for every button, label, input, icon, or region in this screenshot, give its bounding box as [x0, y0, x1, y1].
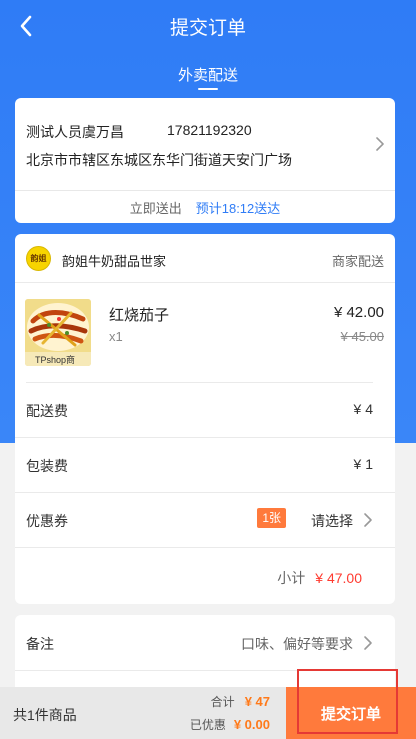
total-line: 合计 ¥ 47 — [211, 693, 270, 710]
chevron-right-icon — [364, 636, 372, 650]
delivery-now: 立即送出 — [129, 201, 182, 216]
back-button[interactable] — [10, 10, 42, 42]
chevron-right-icon — [364, 513, 372, 527]
subtotal-value: ¥ 47.00 — [315, 570, 362, 586]
coupon-select-text: 请选择 — [311, 513, 353, 529]
item-count: 共1件商品 — [13, 707, 77, 723]
coupon-row[interactable]: 优惠券 1张 请选择 — [15, 492, 395, 547]
delivery-fee-label: 配送费 — [26, 403, 68, 419]
product-original-price: ¥ 45.00 — [340, 329, 384, 344]
discount-value: ¥ 0.00 — [233, 717, 270, 732]
divider — [15, 282, 395, 283]
divider — [15, 190, 395, 191]
packing-fee-label: 包装费 — [26, 458, 68, 474]
receiver-phone: 17821192320 — [167, 122, 252, 138]
delivery-eta: 预计18:12送达 — [195, 201, 281, 216]
shop-delivery-type: 商家配送 — [331, 254, 384, 269]
total-label: 合计 — [210, 695, 235, 709]
notes-label: 备注 — [26, 636, 54, 652]
address-card: 测试人员虞万昌 17821192320 北京市市辖区东城区东华门街道天安门广场 … — [15, 98, 395, 223]
chevron-left-icon — [20, 15, 32, 37]
image-watermark: TPshop商 — [35, 354, 75, 365]
subtotal-label: 小计 — [277, 570, 306, 586]
total-value: ¥ 47 — [244, 694, 270, 709]
chevron-right-icon — [376, 137, 384, 151]
delivery-fee-value: ¥ 4 — [353, 401, 373, 417]
shop-row: 韵姐 韵姐牛奶甜品世家 商家配送 — [15, 234, 395, 282]
notes-row[interactable]: 备注 口味、偏好等要求 — [15, 615, 395, 670]
page-title: 提交订单 — [169, 17, 246, 39]
order-card: 韵姐 韵姐牛奶甜品世家 商家配送 TPshop商 红烧茄子 x1 ¥ 42.00… — [15, 234, 395, 604]
delivery-mode-tab[interactable]: 外卖配送 — [0, 64, 416, 85]
divider — [15, 670, 395, 671]
coupon-count-badge: 1张 — [257, 508, 286, 528]
product-name: 红烧茄子 — [109, 307, 170, 324]
address-selector[interactable]: 测试人员虞万昌 17821192320 北京市市辖区东城区东华门街道天安门广场 — [15, 98, 395, 190]
checkout-bar: 共1件商品 合计 ¥ 47 已优惠 ¥ 0.00 提交订单 — [0, 687, 416, 739]
coupon-label: 优惠券 — [26, 513, 68, 529]
shop-logo: 韵姐 — [26, 246, 51, 271]
product-image: TPshop商 — [25, 299, 91, 366]
product-price: ¥ 42.00 — [333, 304, 384, 321]
packing-fee-value: ¥ 1 — [353, 456, 373, 472]
subtotal: 小计 ¥ 47.00 — [277, 568, 362, 588]
tab-indicator — [198, 88, 218, 90]
notes-placeholder: 口味、偏好等要求 — [241, 636, 353, 652]
discount-label: 已优惠 — [189, 718, 226, 732]
eggplant-dish-image: TPshop商 — [25, 299, 91, 366]
product-quantity: x1 — [109, 329, 123, 344]
delivery-fee-row: 配送费 ¥ 4 — [15, 382, 395, 437]
divider — [15, 547, 395, 548]
address-detail: 北京市市辖区东城区东华门街道天安门广场 — [26, 152, 292, 168]
packing-fee-row: 包装费 ¥ 1 — [15, 437, 395, 492]
discount-line: 已优惠 ¥ 0.00 — [190, 716, 270, 733]
shop-name: 韵姐牛奶甜品世家 — [62, 254, 167, 269]
receiver-name: 测试人员虞万昌 — [26, 124, 124, 140]
submit-order-button[interactable]: 提交订单 — [286, 687, 416, 739]
navbar: 提交订单 — [0, 0, 416, 52]
delivery-time-row[interactable]: 立即送出 预计18:12送达 — [15, 198, 395, 217]
